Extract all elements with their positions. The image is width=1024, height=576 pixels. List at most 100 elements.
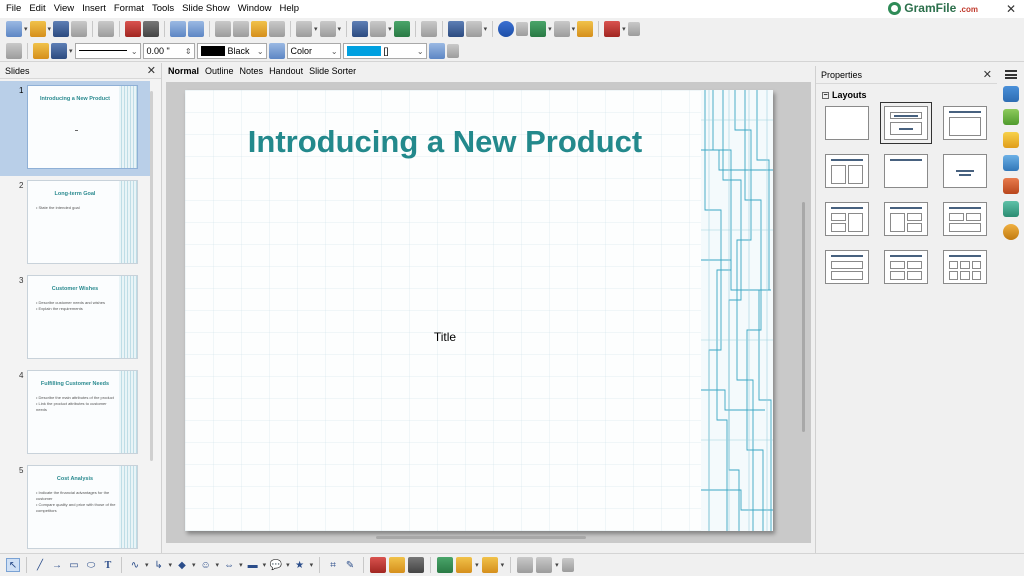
animation-tab-icon[interactable] — [1003, 132, 1019, 148]
slide-thumbnail-2[interactable]: 2 Long-term Goal • State the intended go… — [0, 176, 150, 271]
slides-pane-scrollbar[interactable] — [150, 91, 153, 461]
close-document-icon[interactable]: ✕ — [1006, 2, 1016, 16]
print-icon[interactable] — [143, 21, 160, 37]
redo-dropdown-icon[interactable]: ▾ — [338, 25, 342, 33]
basic-shapes-dropdown-icon[interactable]: ▾ — [192, 561, 196, 569]
master-slide-icon[interactable] — [577, 21, 594, 37]
start-presentation-icon[interactable] — [604, 21, 621, 37]
slide-subtitle-placeholder[interactable]: Title — [185, 330, 705, 344]
cut-icon[interactable] — [215, 21, 232, 37]
points-icon[interactable]: ⌗ — [326, 558, 340, 572]
undo-icon[interactable] — [296, 21, 313, 37]
tab-handout[interactable]: Handout — [269, 66, 303, 76]
styles-tab-icon[interactable] — [1003, 178, 1019, 194]
close-icon[interactable]: ✕ — [147, 64, 156, 77]
presentation-dropdown-icon[interactable]: ▾ — [622, 25, 626, 33]
line-color-select[interactable]: Black ⌄ — [196, 42, 267, 59]
edit-mode-icon[interactable] — [98, 21, 115, 37]
send-icon[interactable] — [71, 21, 88, 37]
basic-shapes-icon[interactable]: ◆ — [175, 558, 189, 572]
shadow-toggle-icon[interactable] — [517, 557, 534, 573]
menu-slide-show[interactable]: Slide Show — [178, 0, 234, 18]
curves-dropdown-icon[interactable]: ▾ — [145, 561, 149, 569]
fill-color-select[interactable]: [] ⌄ — [342, 42, 427, 59]
spellcheck-icon[interactable] — [170, 21, 187, 37]
flowchart-dropdown-icon[interactable]: ▾ — [263, 561, 267, 569]
new-document-icon[interactable] — [6, 21, 22, 37]
toolbar-overflow-icon-2[interactable] — [627, 22, 640, 36]
draw-rectangle-icon[interactable]: ▭ — [67, 558, 81, 572]
navigator-icon[interactable] — [447, 21, 464, 37]
toggle-extrusion-icon[interactable] — [370, 557, 387, 573]
shadow-icon[interactable] — [428, 42, 445, 59]
layouts-section-header[interactable]: − Layouts — [816, 84, 997, 103]
slide-thumbnail-3[interactable]: 3 Customer Wishes • Describe customer ne… — [0, 271, 150, 366]
slide-thumbnail-4[interactable]: 4 Fulfilling Customer Needs • Describe t… — [0, 366, 150, 461]
tab-notes[interactable]: Notes — [240, 66, 264, 76]
fill-type-select[interactable]: Color ⌄ — [286, 42, 341, 59]
line-style-select[interactable]: ⌄ — [74, 42, 141, 59]
line-width-field[interactable]: 0.00 " ⇕ — [142, 42, 195, 59]
line-icon[interactable] — [33, 42, 49, 59]
help-icon[interactable] — [498, 21, 515, 37]
master-slides-tab-icon[interactable] — [1003, 155, 1019, 171]
tab-normal[interactable]: Normal — [168, 66, 199, 76]
chart-icon[interactable] — [352, 21, 369, 37]
clone-formatting-icon[interactable] — [269, 21, 286, 37]
menu-format[interactable]: Format — [110, 0, 148, 18]
image-icon[interactable] — [393, 21, 410, 37]
undo-dropdown-icon[interactable]: ▾ — [314, 25, 318, 33]
arrange-dropdown-icon[interactable]: ▾ — [501, 561, 505, 569]
collapse-icon[interactable]: − — [822, 91, 829, 99]
sidebar-settings-icon[interactable] — [1005, 70, 1017, 79]
layout-title-slide[interactable] — [880, 102, 932, 144]
toolbar-overflow-icon[interactable] — [516, 22, 529, 36]
menu-file[interactable]: File — [2, 0, 25, 18]
connectors-dropdown-icon[interactable]: ▾ — [169, 561, 173, 569]
autospellcheck-icon[interactable] — [188, 21, 205, 37]
table-dropdown-icon[interactable]: ▾ — [388, 25, 392, 33]
open-dropdown-icon[interactable]: ▾ — [48, 25, 52, 33]
zoom-dropdown-icon[interactable]: ▾ — [484, 25, 488, 33]
insert-image-icon[interactable] — [389, 557, 406, 573]
connectors-icon[interactable]: ↳ — [152, 558, 166, 572]
close-icon[interactable]: ✕ — [983, 68, 992, 81]
canvas-vertical-scrollbar[interactable] — [802, 202, 805, 432]
arrange-icon[interactable] — [481, 557, 498, 573]
layout-icon[interactable] — [553, 21, 570, 37]
symbol-shapes-icon[interactable]: ☺ — [199, 558, 213, 572]
menu-edit[interactable]: Edit — [25, 0, 49, 18]
gallery-tab-icon[interactable] — [1003, 201, 1019, 217]
open-folder-icon[interactable] — [29, 21, 46, 37]
toolbar-overflow-icon-3[interactable] — [446, 43, 459, 58]
slide-icon[interactable] — [530, 21, 547, 37]
layout-title-content-over-content[interactable] — [825, 250, 869, 284]
zoom-icon[interactable] — [465, 21, 482, 37]
arrow-style-icon[interactable] — [51, 42, 67, 59]
arrow-dropdown-icon[interactable]: ▾ — [69, 47, 73, 55]
save-icon[interactable] — [53, 21, 70, 37]
callouts-dropdown-icon[interactable]: ▾ — [286, 561, 290, 569]
layout-dropdown-icon[interactable]: ▾ — [572, 25, 576, 33]
tab-outline[interactable]: Outline — [205, 66, 234, 76]
rotate-icon[interactable] — [437, 557, 454, 573]
copy-icon[interactable] — [233, 21, 250, 37]
navigator-tab-icon[interactable] — [1003, 224, 1019, 240]
stars-dropdown-icon[interactable]: ▾ — [310, 561, 314, 569]
area-style-icon[interactable] — [6, 42, 22, 59]
slide-thumbnail-5[interactable]: 5 Cost Analysis • Indicate the financial… — [0, 461, 150, 556]
slide-dropdown-icon[interactable]: ▾ — [548, 25, 552, 33]
menu-tools[interactable]: Tools — [148, 0, 178, 18]
fill-bucket-icon[interactable] — [268, 42, 285, 59]
layout-blank[interactable] — [825, 106, 869, 140]
menu-help[interactable]: Help — [275, 0, 303, 18]
layout-title-2content-over-content[interactable] — [943, 202, 987, 236]
layout-title-2content-content[interactable] — [825, 202, 869, 236]
redo-icon[interactable] — [319, 21, 336, 37]
new-dropdown-icon[interactable]: ▾ — [24, 25, 28, 33]
align-icon[interactable] — [456, 557, 473, 573]
block-arrows-dropdown-icon[interactable]: ▾ — [239, 561, 243, 569]
layout-title-two-content[interactable] — [825, 154, 869, 188]
menu-window[interactable]: Window — [234, 0, 276, 18]
tab-slide-sorter[interactable]: Slide Sorter — [309, 66, 356, 76]
